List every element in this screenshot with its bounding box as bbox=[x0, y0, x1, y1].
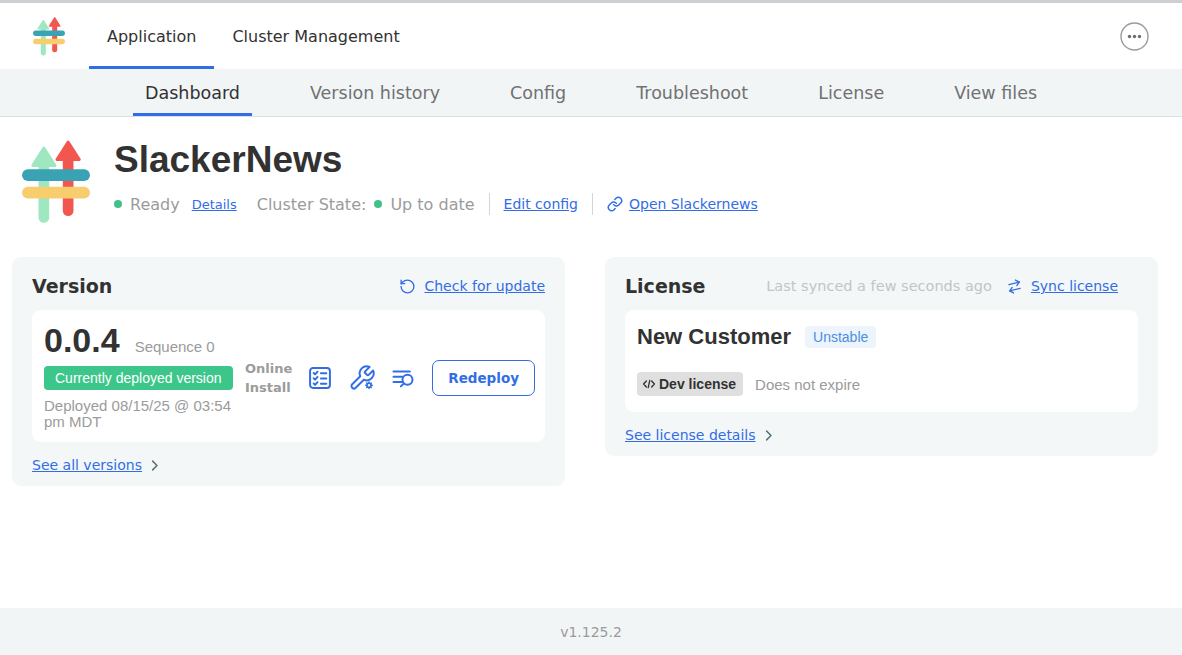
license-panel: New Customer Unstable Dev license Does n… bbox=[625, 310, 1138, 412]
preflight-checks-icon[interactable] bbox=[306, 364, 334, 392]
version-number: 0.0.4 bbox=[44, 323, 120, 357]
deployed-timestamp: Deployed 08/15/25 @ 03:54 pm MDT bbox=[44, 398, 244, 430]
customer-name: New Customer bbox=[637, 324, 791, 350]
chevron-right-icon bbox=[147, 458, 162, 473]
dashboard-main: SlackerNews Ready Details Cluster State:… bbox=[0, 117, 1182, 486]
app-subnav: Dashboard Version history Config Trouble… bbox=[0, 69, 1182, 117]
subtab-version-history[interactable]: Version history bbox=[298, 69, 452, 116]
subtab-config[interactable]: Config bbox=[498, 69, 578, 116]
tab-application[interactable]: Application bbox=[89, 3, 214, 69]
edit-config-link[interactable]: Edit config bbox=[504, 196, 578, 212]
current-version-panel: 0.0.4 Sequence 0 Currently deployed vers… bbox=[32, 310, 545, 442]
app-title: SlackerNews bbox=[114, 139, 758, 181]
divider bbox=[489, 193, 490, 215]
link-icon bbox=[607, 196, 623, 212]
code-icon bbox=[642, 377, 656, 391]
channel-badge: Unstable bbox=[805, 326, 876, 348]
top-navbar: Application Cluster Management bbox=[0, 3, 1182, 69]
config-wrench-icon[interactable] bbox=[348, 364, 376, 392]
divider bbox=[592, 193, 593, 215]
cluster-status-dot bbox=[374, 200, 382, 208]
top-nav-tabs: Application Cluster Management bbox=[89, 3, 418, 69]
app-status-row: Ready Details Cluster State: Up to date … bbox=[114, 193, 758, 215]
more-options-icon[interactable] bbox=[1120, 22, 1149, 51]
subtab-dashboard[interactable]: Dashboard bbox=[133, 69, 252, 116]
check-for-update-link[interactable]: Check for update bbox=[424, 278, 545, 294]
app-icon bbox=[22, 137, 90, 225]
sync-license-link[interactable]: Sync license bbox=[1031, 278, 1118, 294]
refresh-icon bbox=[399, 278, 416, 295]
see-license-details-link[interactable]: See license details bbox=[625, 427, 756, 443]
license-expiry: Does not expire bbox=[755, 376, 860, 393]
app-logo-icon bbox=[33, 16, 65, 56]
cluster-state-text: Up to date bbox=[390, 195, 474, 214]
sync-icon bbox=[1004, 276, 1025, 297]
license-card: License Last synced a few seconds ago Sy… bbox=[605, 257, 1158, 456]
deployed-version-badge: Currently deployed version bbox=[44, 366, 233, 390]
subtab-license[interactable]: License bbox=[806, 69, 896, 116]
status-details-link[interactable]: Details bbox=[192, 197, 237, 212]
subtab-troubleshoot[interactable]: Troubleshoot bbox=[624, 69, 760, 116]
chevron-right-icon bbox=[761, 428, 776, 443]
app-header: SlackerNews Ready Details Cluster State:… bbox=[0, 117, 1182, 225]
app-status-dot bbox=[114, 200, 122, 208]
console-version: v1.125.2 bbox=[560, 624, 622, 640]
cluster-state-label: Cluster State: bbox=[257, 195, 367, 214]
license-type-badge: Dev license bbox=[637, 372, 743, 396]
open-app-link[interactable]: Open Slackernews bbox=[607, 196, 758, 212]
tab-cluster-management[interactable]: Cluster Management bbox=[214, 3, 417, 69]
redeploy-button[interactable]: Redeploy bbox=[432, 360, 535, 396]
subtab-view-files[interactable]: View files bbox=[942, 69, 1049, 116]
install-type-label: Online Install bbox=[245, 359, 292, 397]
app-status-text: Ready bbox=[130, 195, 180, 214]
last-synced-text: Last synced a few seconds ago bbox=[766, 278, 992, 294]
version-card: Version Check for update 0.0.4 Sequence … bbox=[12, 257, 565, 486]
see-all-versions-link[interactable]: See all versions bbox=[32, 457, 142, 473]
license-card-title: License bbox=[625, 275, 706, 297]
version-card-title: Version bbox=[32, 275, 112, 297]
version-sequence: Sequence 0 bbox=[135, 338, 215, 355]
footer: v1.125.2 bbox=[0, 608, 1182, 655]
view-logs-icon[interactable] bbox=[390, 364, 418, 392]
